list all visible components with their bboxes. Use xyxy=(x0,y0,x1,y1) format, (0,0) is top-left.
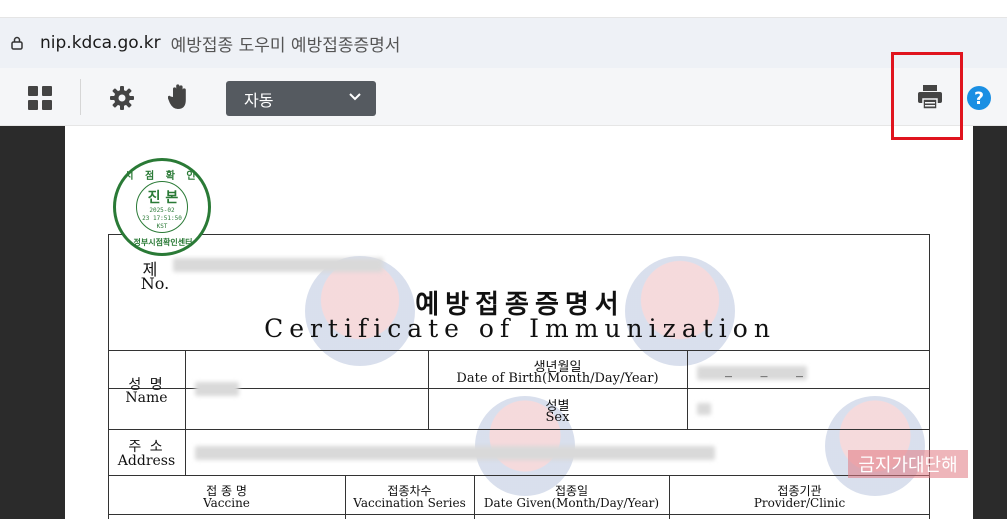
dob-value: _ _ _ xyxy=(725,362,815,378)
table-rule xyxy=(108,514,930,515)
viewer-toolbar: 자동 ? xyxy=(0,68,1007,126)
verification-stamp: 시 점 확 인 진 본 2025-02 23 17:51:50 KST 정부시점… xyxy=(113,158,211,256)
zoom-select[interactable]: 자동 xyxy=(226,81,376,116)
document-page: 시 점 확 인 진 본 2025-02 23 17:51:50 KST 정부시점… xyxy=(65,126,973,519)
stamp-date-line1: 2025-02 xyxy=(149,207,175,214)
zoom-value: 자동 xyxy=(244,90,274,110)
stamp-date-line2: 23 17:51:50 xyxy=(142,215,182,222)
sex-label-en: Sex xyxy=(545,410,570,425)
chevron-down-icon xyxy=(349,93,361,101)
col-series-en: Vaccination Series xyxy=(353,496,466,510)
col-vaccine-en: Vaccine xyxy=(203,496,250,510)
table-rule xyxy=(108,350,930,351)
address-label-en: Address xyxy=(117,453,176,469)
table-rule xyxy=(185,429,186,475)
table-rule xyxy=(185,350,186,429)
table-rule xyxy=(428,388,930,389)
page-title: 예방접종 도우미 예방접종증명서 xyxy=(170,35,401,56)
stamp-date: 2025-02 23 17:51:50 KST xyxy=(132,207,192,231)
gear-icon[interactable] xyxy=(108,84,136,112)
url-host: nip.kdca.go.kr xyxy=(40,33,161,53)
window-top-strip xyxy=(0,0,1007,18)
svg-text:?: ? xyxy=(974,89,984,109)
stamp-ring-top: 시 점 확 인 xyxy=(124,171,200,182)
redacted-cert-number xyxy=(173,258,383,272)
table-rule xyxy=(108,475,930,476)
col-date-en: Date Given(Month/Day/Year) xyxy=(483,496,660,510)
hand-icon[interactable] xyxy=(166,82,194,112)
lock-icon xyxy=(11,36,23,50)
no-label-en: No. xyxy=(140,274,170,293)
watermark-banner: 금지가대단해 xyxy=(848,450,968,478)
col-provider-en: Provider/Clinic xyxy=(753,496,846,510)
stamp-date-line3: KST xyxy=(156,223,168,230)
grid-icon[interactable] xyxy=(26,84,54,112)
stamp-ring-bottom: 정부시점확인센터 xyxy=(133,238,193,247)
table-rule xyxy=(108,429,930,430)
redacted-sex xyxy=(697,403,711,415)
stamp-main-text: 진 본 xyxy=(147,190,179,206)
redacted-address xyxy=(195,446,715,460)
name-label-en: Name xyxy=(125,390,168,406)
print-highlight-box xyxy=(891,52,963,140)
toolbar-divider xyxy=(80,79,81,115)
dob-label-en: Date of Birth(Month/Day/Year) xyxy=(456,371,659,386)
table-rule xyxy=(687,350,688,429)
redacted-name xyxy=(195,382,239,396)
help-icon[interactable]: ? xyxy=(965,84,993,112)
title-english: Certificate of Immunization xyxy=(264,314,776,343)
address-bar[interactable]: nip.kdca.go.kr 예방접종 도우미 예방접종증명서 xyxy=(0,18,1007,68)
